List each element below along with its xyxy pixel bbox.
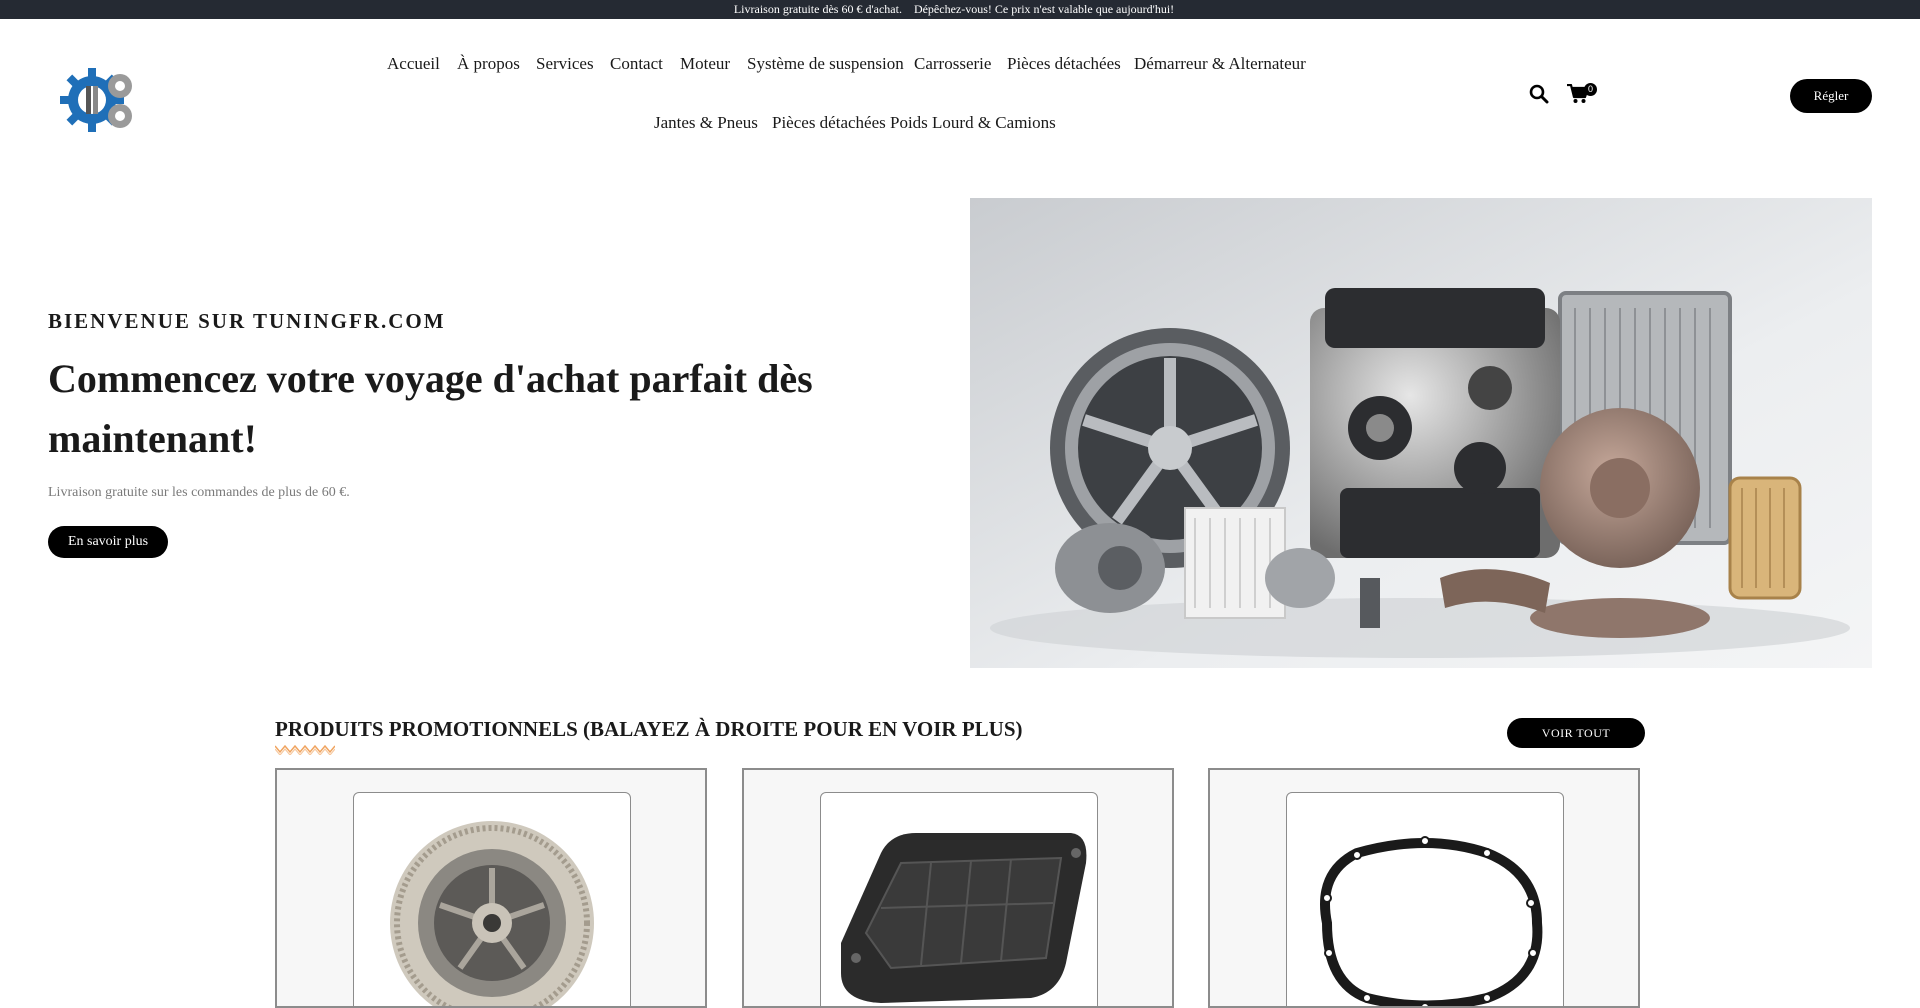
- title-underline-decoration: [274, 742, 336, 756]
- nav-item-contact[interactable]: Contact: [610, 54, 663, 74]
- hero-image: [970, 198, 1872, 668]
- nav-item-carrosserie[interactable]: Carrosserie: [914, 54, 991, 74]
- product-image-frame: [1286, 792, 1564, 1006]
- nav-item-moteur[interactable]: Moteur: [680, 54, 730, 74]
- site-logo[interactable]: [58, 60, 138, 140]
- nav-item-suspension[interactable]: Système de suspension: [747, 54, 904, 74]
- view-all-button[interactable]: VOIR TOUT: [1507, 718, 1645, 748]
- product-card[interactable]: [275, 768, 707, 1008]
- cart-count-badge: 0: [1584, 83, 1597, 96]
- hero-eyebrow: BIENVENUE SUR TUNINGFR.COM: [48, 309, 446, 333]
- nav-item-jantes-pneus[interactable]: Jantes & Pneus: [654, 113, 758, 133]
- product-image-frame: [353, 792, 631, 1006]
- hero-title: Commencez votre voyage d'achat parfait d…: [48, 356, 813, 461]
- announcement-bar: Livraison gratuite dès 60 € d'achat. Dép…: [0, 0, 1920, 19]
- learn-more-button[interactable]: En savoir plus: [48, 526, 168, 558]
- nav-item-demarreur-alternateur[interactable]: Démarreur & Alternateur: [1134, 54, 1306, 74]
- clutch-flywheel-image: [390, 821, 594, 1006]
- product-image-frame: [820, 792, 1098, 1006]
- nav-item-a-propos[interactable]: À propos: [457, 54, 520, 74]
- nav-item-services[interactable]: Services: [536, 54, 594, 74]
- nav-item-pieces-detachees[interactable]: Pièces détachées: [1007, 54, 1121, 74]
- product-card[interactable]: [742, 768, 1174, 1008]
- transmission-oil-pan-image: [841, 833, 1087, 1003]
- nav-item-poids-lourd[interactable]: Pièces détachées Poids Lourd & Camions: [772, 113, 1056, 133]
- search-icon[interactable]: [1529, 84, 1549, 104]
- gear-wrench-logo-icon: [60, 68, 132, 132]
- product-card[interactable]: [1208, 768, 1640, 1008]
- checkout-button[interactable]: Régler: [1790, 79, 1872, 113]
- gasket-image: [1320, 836, 1543, 1006]
- nav-item-accueil[interactable]: Accueil: [387, 54, 440, 74]
- hero-subtitle: Livraison gratuite sur les commandes de …: [48, 485, 350, 500]
- promo-section-title: PRODUITS PROMOTIONNELS (BALAYEZ À DROITE…: [275, 717, 1023, 741]
